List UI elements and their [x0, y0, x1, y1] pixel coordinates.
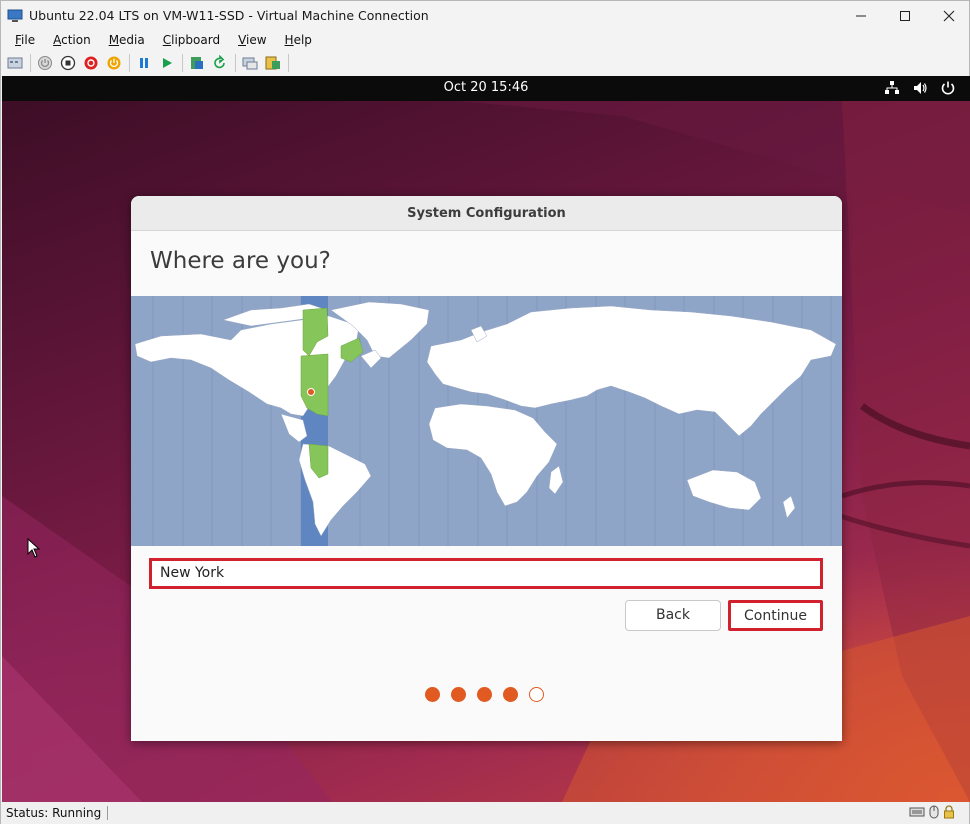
volume-icon	[914, 82, 927, 94]
system-configuration-dialog: System Configuration Where are you? New …	[131, 196, 842, 741]
progress-dot	[503, 687, 518, 702]
progress-dot	[451, 687, 466, 702]
page-heading: Where are you?	[150, 248, 331, 274]
toolbar-divider	[182, 54, 183, 72]
save-icon[interactable]	[105, 54, 123, 72]
status-bar: Status: Running	[1, 802, 969, 824]
location-input[interactable]: New York	[149, 558, 823, 589]
toolbar-divider	[288, 54, 289, 72]
window-title: Ubuntu 22.04 LTS on VM-W11-SSD - Virtual…	[29, 8, 429, 23]
ctrl-alt-del-icon[interactable]	[6, 54, 24, 72]
toolbar-divider	[30, 54, 31, 72]
minimize-icon[interactable]	[839, 1, 883, 30]
revert-icon[interactable]	[211, 54, 229, 72]
checkpoint-icon[interactable]	[188, 54, 206, 72]
shut-down-icon[interactable]	[82, 54, 100, 72]
timezone-map[interactable]	[131, 296, 842, 546]
menu-help[interactable]: Help	[285, 33, 312, 47]
toolbar-divider	[235, 54, 236, 72]
vm-connection-window: Ubuntu 22.04 LTS on VM-W11-SSD - Virtual…	[0, 0, 970, 824]
toolbar-divider	[129, 54, 130, 72]
vm-display[interactable]: Oct 20 15:46 System Configuration Where …	[2, 76, 970, 802]
vm-status: Status: Running	[6, 806, 109, 820]
progress-dot	[529, 687, 544, 702]
mouse-icon	[929, 805, 939, 819]
menu-bar: File Action Media Clipboard View Help	[1, 30, 969, 50]
menu-view[interactable]: View	[238, 33, 266, 47]
pause-icon[interactable]	[135, 54, 153, 72]
back-button[interactable]: Back	[625, 600, 721, 631]
share-icon[interactable]	[264, 54, 282, 72]
mouse-pointer-icon	[27, 538, 41, 558]
menu-action[interactable]: Action	[53, 33, 91, 47]
resume-icon[interactable]	[158, 54, 176, 72]
start-icon[interactable]	[36, 54, 54, 72]
toolbar	[1, 51, 969, 75]
network-icon	[885, 81, 899, 94]
continue-button[interactable]: Continue	[728, 600, 823, 631]
maximize-icon[interactable]	[883, 1, 927, 30]
gnome-top-bar: Oct 20 15:46	[2, 76, 970, 101]
system-menu[interactable]	[884, 80, 956, 96]
enhanced-session-icon[interactable]	[241, 54, 259, 72]
turn-off-icon[interactable]	[59, 54, 77, 72]
menu-media[interactable]: Media	[109, 33, 145, 47]
dialog-title: System Configuration	[131, 196, 842, 231]
status-icons	[909, 805, 955, 819]
vm-connection-app-icon	[7, 9, 23, 22]
progress-dots	[425, 687, 544, 702]
power-icon	[941, 81, 955, 95]
progress-dot	[477, 687, 492, 702]
progress-dot	[425, 687, 440, 702]
clock[interactable]: Oct 20 15:46	[2, 80, 970, 95]
location-pin-icon	[307, 388, 315, 396]
close-icon[interactable]	[927, 1, 970, 30]
keyboard-icon	[909, 807, 925, 817]
lock-icon	[944, 805, 954, 819]
menu-clipboard[interactable]: Clipboard	[163, 33, 220, 47]
menu-file[interactable]: File	[15, 33, 35, 47]
title-bar: Ubuntu 22.04 LTS on VM-W11-SSD - Virtual…	[1, 1, 969, 30]
